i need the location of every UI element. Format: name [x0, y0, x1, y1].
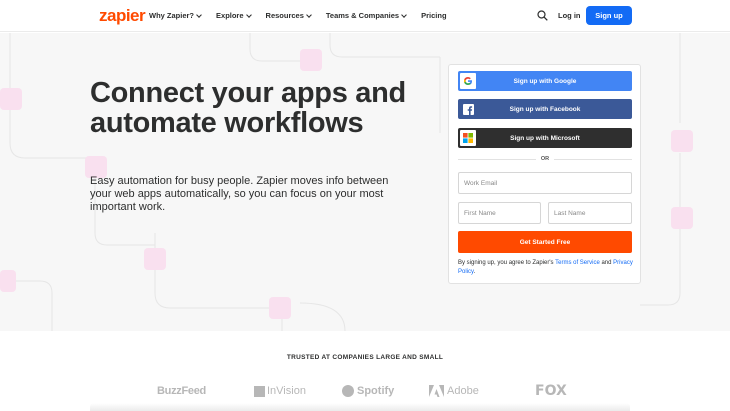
adobe-mark-icon	[429, 385, 444, 397]
spotify-wordmark: Spotify	[357, 385, 395, 397]
terms-prefix: By signing up, you agree to Zapier's	[458, 260, 554, 266]
chevron-down-icon	[306, 11, 312, 18]
menu-explore[interactable]: Explore	[216, 11, 252, 20]
facebook-signup-button[interactable]: Sign up with Facebook	[458, 99, 632, 119]
menu-pricing[interactable]: Pricing	[421, 11, 446, 20]
terms-suffix: .	[473, 269, 476, 275]
trusted-heading: TRUSTED AT COMPANIES LARGE AND SMALL	[286, 354, 444, 361]
last-name-field[interactable]: Last Name	[548, 202, 632, 224]
menu-label: Why Zapier?	[149, 11, 195, 20]
content-edge	[90, 403, 630, 411]
invision-wordmark: InVision	[267, 385, 306, 397]
menu-label: Pricing	[421, 11, 447, 20]
google-signup-button[interactable]: Sign up with Google	[458, 71, 632, 91]
brand-logos: BuzzFeed InVision Spotify Adobe FOX	[0, 381, 730, 401]
signup-card: Sign up with Google Sign up with Faceboo…	[448, 64, 641, 284]
chevron-down-icon	[401, 11, 407, 18]
or-text: OR	[540, 156, 550, 162]
signup-button[interactable]: Sign up	[586, 6, 632, 25]
microsoft-icon	[460, 130, 476, 146]
facebook-icon	[460, 101, 476, 117]
hero-subtitle: Easy automation for busy people. Zapier …	[90, 175, 389, 213]
top-nav: zapier Why Zapier? Explore Resources Tea…	[0, 0, 730, 32]
terms-and: and	[601, 260, 612, 266]
spotify-mark-icon	[342, 385, 354, 397]
facebook-signup-label: Sign up with Facebook	[509, 105, 581, 113]
menu-label: Explore	[216, 11, 244, 20]
spotify-logo: Spotify	[342, 381, 394, 401]
hero-section: Connect your apps and automate workflows…	[0, 33, 730, 331]
terms-text: By signing up, you agree to Zapier's Ter…	[458, 259, 636, 277]
chevron-down-icon	[196, 11, 202, 18]
microsoft-signup-button[interactable]: Sign up with Microsoft	[458, 128, 632, 148]
search-icon[interactable]	[537, 10, 548, 21]
adobe-logo: Adobe	[429, 381, 479, 401]
terms-of-service-link[interactable]: Terms of Service	[555, 260, 600, 266]
work-email-field[interactable]: Work Email	[458, 172, 632, 194]
main-menu: Why Zapier? Explore Resources Teams & Co…	[149, 11, 462, 20]
menu-label: Teams & Companies	[325, 11, 400, 20]
google-signup-label: Sign up with Google	[513, 77, 577, 85]
adobe-wordmark: Adobe	[447, 385, 479, 397]
menu-resources[interactable]: Resources	[265, 11, 312, 20]
or-divider: OR	[458, 155, 632, 163]
login-link[interactable]: Log in	[558, 11, 581, 20]
get-started-button[interactable]: Get Started Free	[458, 231, 632, 253]
menu-why-zapier[interactable]: Why Zapier?	[149, 11, 202, 20]
hero-title: Connect your apps and automate workflows	[90, 77, 406, 139]
invision-logo: InVision	[254, 381, 306, 401]
menu-label: Resources	[265, 11, 304, 20]
chevron-down-icon	[245, 11, 252, 18]
google-icon	[460, 73, 476, 89]
zapier-logo[interactable]: zapier	[99, 6, 146, 26]
invision-mark-icon	[254, 385, 265, 397]
menu-teams-companies[interactable]: Teams & Companies	[325, 11, 407, 20]
fox-logo: FOX	[535, 383, 567, 399]
microsoft-signup-label: Sign up with Microsoft	[510, 134, 580, 142]
first-name-field[interactable]: First Name	[458, 202, 541, 224]
buzzfeed-logo: BuzzFeed	[157, 385, 206, 397]
